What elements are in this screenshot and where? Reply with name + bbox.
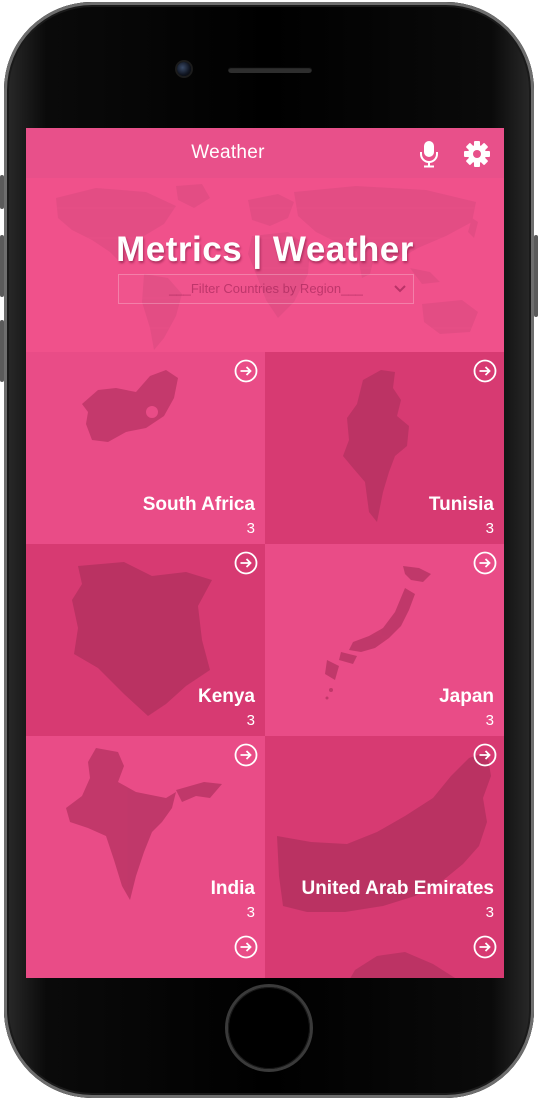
arrow-right-circle-icon[interactable] <box>234 551 258 575</box>
app-header: Weather <box>26 128 504 178</box>
country-tile-japan[interactable]: Japan 3 <box>265 544 504 736</box>
arrow-right-circle-icon[interactable] <box>473 551 497 575</box>
region-filter-placeholder: ___Filter Countries by Region___ <box>169 281 363 296</box>
hero-title: Metrics | Weather <box>116 230 414 269</box>
phone-power-button <box>534 235 538 317</box>
country-tile-india[interactable]: India 3 <box>26 736 265 928</box>
app-screen: Weather Metrics | Weather ___Filter Coun… <box>26 128 504 978</box>
country-name: Japan <box>439 686 494 707</box>
arrow-right-circle-icon[interactable] <box>473 359 497 383</box>
arrow-right-circle-icon[interactable] <box>234 743 258 767</box>
country-tile-kenya[interactable]: Kenya 3 <box>26 544 265 736</box>
country-count: 3 <box>485 904 494 921</box>
app-title: Weather <box>191 142 265 163</box>
country-name: Tunisia <box>428 494 494 515</box>
microphone-icon[interactable] <box>417 140 441 168</box>
country-map-shape <box>350 952 455 978</box>
arrow-right-circle-icon[interactable] <box>473 935 497 959</box>
country-count: 3 <box>246 520 255 537</box>
gear-icon[interactable] <box>463 140 491 168</box>
phone-volume-up <box>0 235 4 297</box>
country-count: 3 <box>246 904 255 921</box>
country-name: India <box>210 878 255 899</box>
earpiece-speaker <box>228 67 312 73</box>
country-tile-united-arab-emirates[interactable]: United Arab Emirates 3 <box>265 736 504 928</box>
region-filter-select[interactable]: ___Filter Countries by Region___ <box>118 274 414 304</box>
country-name: United Arab Emirates <box>301 878 494 899</box>
front-camera <box>177 62 191 76</box>
arrow-right-circle-icon[interactable] <box>234 935 258 959</box>
country-count: 3 <box>485 520 494 537</box>
hero-banner: Metrics | Weather ___Filter Countries by… <box>26 178 504 352</box>
home-button[interactable] <box>228 987 310 1069</box>
chevron-down-icon <box>394 285 406 293</box>
country-count: 3 <box>246 712 255 729</box>
country-tile-7[interactable] <box>26 928 265 978</box>
arrow-right-circle-icon[interactable] <box>234 359 258 383</box>
country-tile-south-africa[interactable]: South Africa 3 <box>26 352 265 544</box>
arrow-right-circle-icon[interactable] <box>473 743 497 767</box>
country-name: Kenya <box>197 686 255 707</box>
country-name: South Africa <box>142 494 255 515</box>
country-tile-tunisia[interactable]: Tunisia 3 <box>265 352 504 544</box>
phone-volume-down <box>0 320 4 382</box>
country-tile-8[interactable] <box>265 928 504 978</box>
country-count: 3 <box>485 712 494 729</box>
phone-mute-switch <box>0 175 4 209</box>
